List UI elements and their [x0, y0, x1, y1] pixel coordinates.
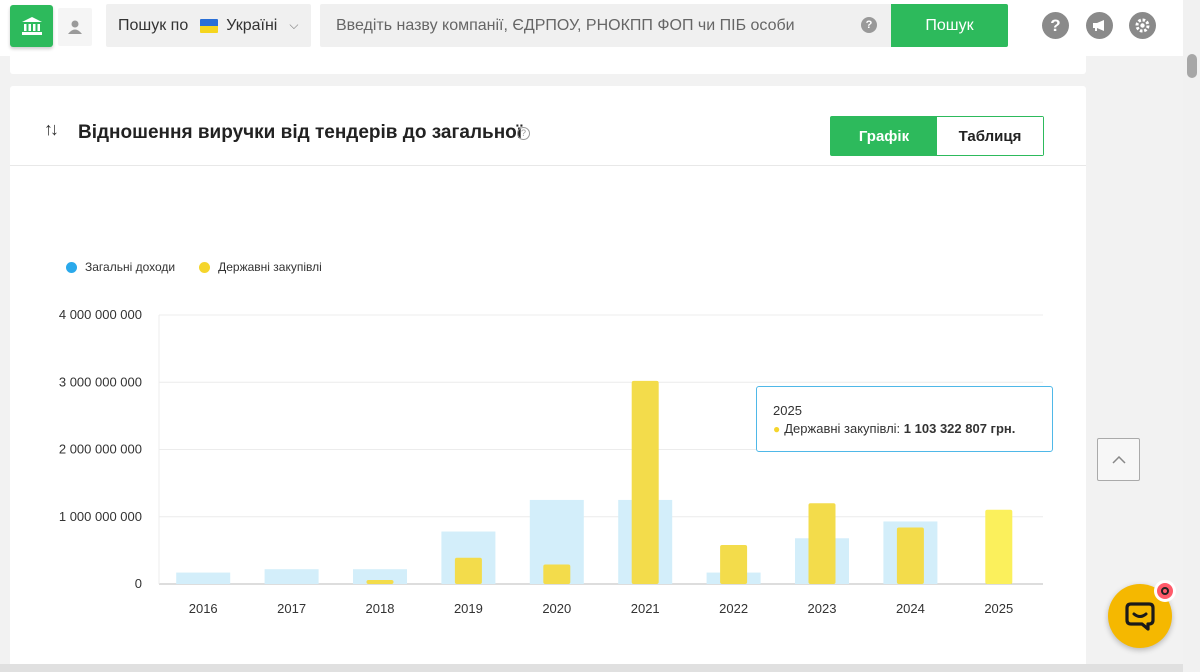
x-tick-label: 2024 [896, 601, 925, 616]
chat-notification-badge [1154, 580, 1176, 602]
tooltip-row: ● Державні закупівлі: 1 103 322 807 грн. [773, 421, 1052, 436]
x-tick-label: 2022 [719, 601, 748, 616]
bar-procurement [543, 564, 571, 584]
x-tick-label: 2019 [454, 601, 483, 616]
chevron-up-icon [1111, 455, 1126, 464]
chart-tooltip: 2025 ● Державні закупівлі: 1 103 322 807 … [756, 386, 1053, 452]
bar-chart: 0 1 000 000 000 2 000 000 000 3 000 000 000… [59, 307, 1043, 616]
tooltip-dot: ● [773, 422, 781, 436]
x-tick-label: 2025 [984, 601, 1013, 616]
bar-total-income [176, 572, 231, 584]
bar-procurement [896, 527, 924, 584]
y-tick-label: 3 000 000 000 [59, 374, 142, 389]
chat-icon [1125, 602, 1155, 631]
x-tick-label: 2021 [631, 601, 660, 616]
x-tick-label: 2023 [808, 601, 837, 616]
tooltip-label: Державні закупівлі: [784, 421, 901, 436]
y-tick-label: 2 000 000 000 [59, 442, 142, 457]
tooltip-value: 1 103 322 807 грн. [903, 421, 1016, 436]
bar-procurement [985, 509, 1013, 584]
y-tick-label: 0 [135, 576, 142, 591]
bar-procurement [720, 544, 748, 584]
horizontal-scrollbar[interactable] [0, 664, 1183, 672]
x-tick-label: 2017 [277, 601, 306, 616]
bar-procurement [454, 557, 482, 584]
bar-procurement [808, 503, 836, 584]
tooltip-year: 2025 [773, 403, 802, 418]
x-tick-label: 2016 [189, 601, 218, 616]
bar-procurement [366, 579, 394, 584]
bar-total-income [264, 569, 319, 584]
scroll-to-top-button[interactable] [1097, 438, 1140, 481]
x-tick-label: 2020 [542, 601, 571, 616]
y-tick-label: 4 000 000 000 [59, 307, 142, 322]
bar-procurement [631, 380, 659, 584]
x-tick-label: 2018 [366, 601, 395, 616]
y-tick-label: 1 000 000 000 [59, 509, 142, 524]
